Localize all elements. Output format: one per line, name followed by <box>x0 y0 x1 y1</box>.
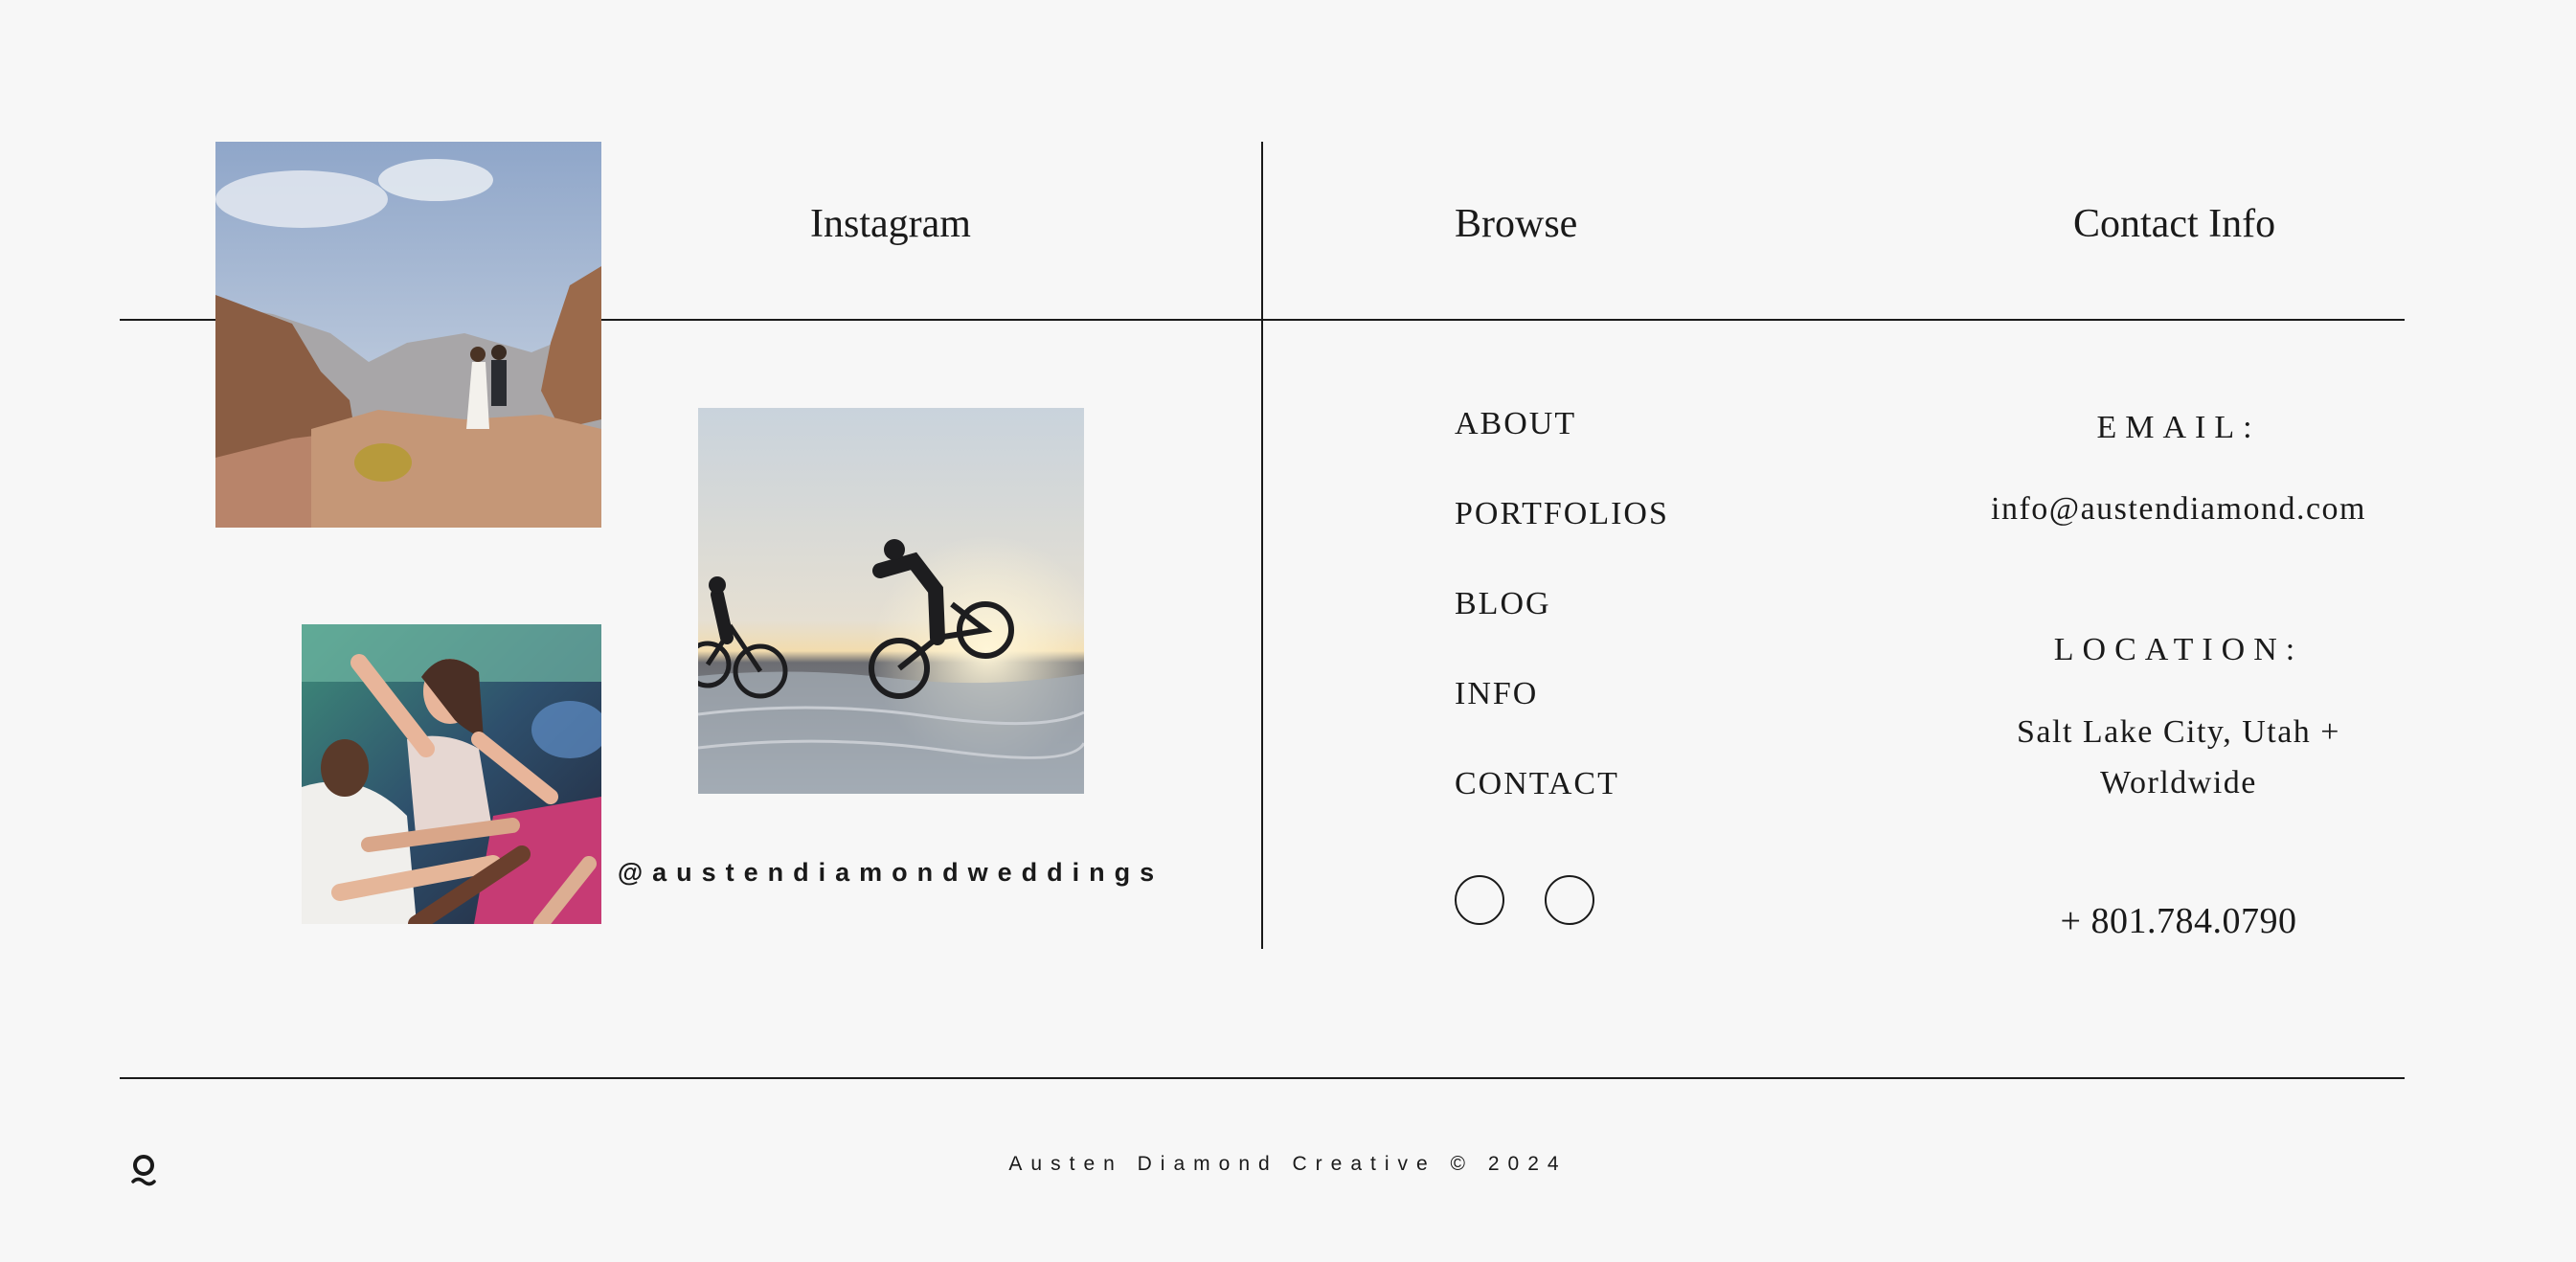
column-divider-line <box>1261 142 1263 949</box>
nav-link-info[interactable]: INFO <box>1455 676 1538 712</box>
contact-heading: Contact Info <box>2073 202 2276 246</box>
instagram-photo-canyon-couple[interactable] <box>215 142 601 528</box>
nav-link-portfolios[interactable]: PORTFOLIOS <box>1455 496 1669 532</box>
email-label: EMAIL: <box>2096 410 2261 445</box>
nav-link-about[interactable]: ABOUT <box>1455 406 1576 442</box>
social-icon-2[interactable] <box>1545 875 1594 925</box>
instagram-handle-link[interactable]: @austendiamondweddings <box>575 858 1207 888</box>
instagram-photo-reception-dance[interactable] <box>302 624 601 924</box>
location-line-2: Worldwide <box>2100 765 2257 800</box>
copyright-text: Austen Diamond Creative © 2024 <box>1008 1153 1568 1175</box>
instagram-photo-salt-flats-bikers[interactable] <box>698 408 1084 794</box>
browse-heading: Browse <box>1455 202 1578 246</box>
social-icon-1[interactable] <box>1455 875 1504 925</box>
instagram-heading: Instagram <box>810 202 971 246</box>
email-link[interactable]: info@austendiamond.com <box>1877 484 2480 535</box>
location-line-1: Salt Lake City, Utah + <box>2017 714 2340 750</box>
footer-divider-line <box>120 1077 2405 1079</box>
ad-monogram-icon[interactable] <box>128 1152 159 1190</box>
location-label: LOCATION: <box>2053 632 2304 667</box>
nav-link-contact[interactable]: CONTACT <box>1455 766 1619 802</box>
nav-link-blog[interactable]: BLOG <box>1455 586 1551 622</box>
phone-link[interactable]: + 801.784.0790 <box>1877 895 2480 947</box>
